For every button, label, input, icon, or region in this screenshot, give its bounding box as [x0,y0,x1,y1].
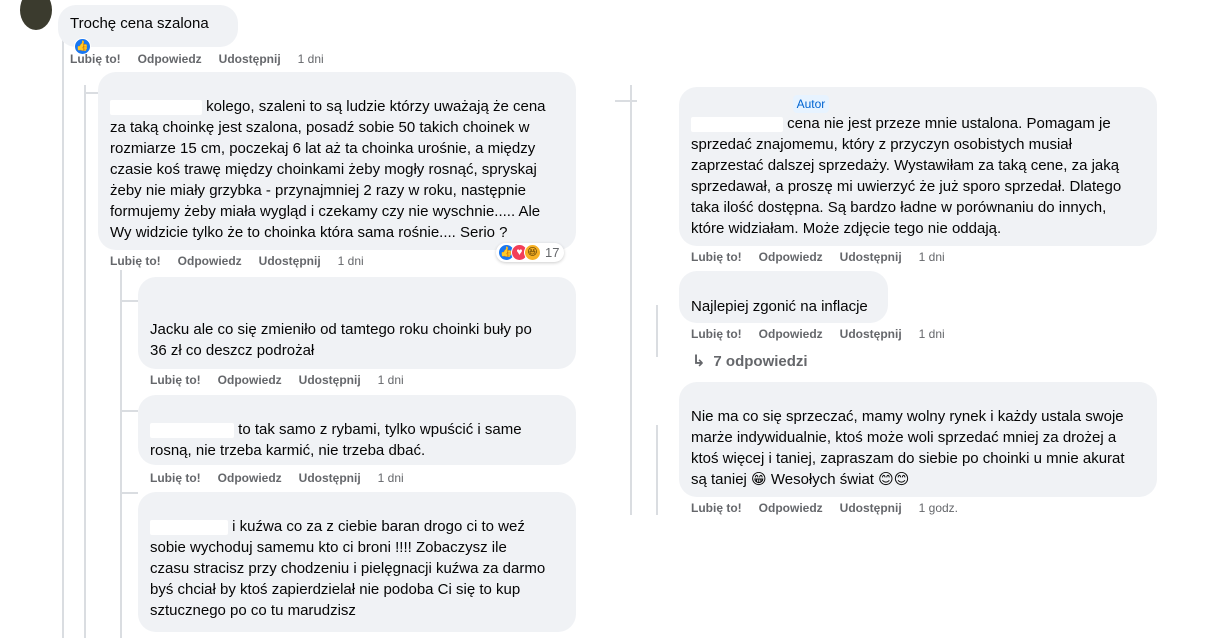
author-badge: Autor [792,95,830,113]
comment-text: Trochę cena szalona [70,15,209,32]
grinning-face-icon: 😁 [751,471,767,488]
thread-line [62,40,64,638]
timestamp[interactable]: 1 dni [919,250,945,264]
comment-line: sobie wychoduj samemu kto ci broni !!!! … [150,539,507,556]
thread-line [656,305,658,357]
timestamp[interactable]: 1 dni [338,254,364,268]
comment-line: rosną, nie trzeba karmić, nie trzeba dba… [150,442,426,459]
comment-bubble: Nie ma co się sprzeczać, mamy wolny ryne… [679,382,1157,497]
timestamp[interactable]: 1 dni [298,52,324,66]
comment-bubble: to tak samo z rybami, tylko wpuścić i sa… [138,395,576,465]
comment-actions: Lubię to! Odpowiedz Udostępnij 1 dni [70,52,324,66]
thread-line [84,85,86,638]
comment-line: żeby nie miały grzybka - przynajmniej 2 … [110,182,527,199]
reply-arrow-icon: ↳ [692,353,706,370]
comment-line: Jacku ale co się zmieniło od tamtego rok… [150,321,532,338]
like-button[interactable]: Lubię to! [691,501,742,515]
share-button[interactable]: Udostępnij [259,254,321,268]
avatar[interactable] [20,0,52,30]
comment-actions: Lubię to! Odpowiedz Udostępnij 1 dni [691,250,945,264]
comment-line: sprzedać znajomemu, który z przyczyn oso… [691,136,1072,153]
comment-line: 36 zł co deszcz podrożał [150,342,315,359]
thread-line [120,300,138,302]
thread-line [630,85,632,515]
like-button[interactable]: Lubię to! [150,373,201,387]
comment-actions: Lubię to! Odpowiedz Udostępnij 1 dni [150,471,404,485]
comment-line: formujemy żeby miała wygląd i czekamy cz… [110,203,541,220]
comment-line: ktoś więcej i taniej, zapraszam do siebi… [691,450,1125,467]
comment-line: marże indywidualnie, ktoś może woli sprz… [691,429,1117,446]
replies-count: 7 odpowiedzi [713,352,808,370]
comment-line: sztucznego po co tu marudzisz [150,602,356,619]
comment-line: czasu stracisz przy chodzeniu i pielęgna… [150,560,546,577]
like-button[interactable]: Lubię to! [691,327,742,341]
comment-line: Wy widzicie tylko że to choinka która sa… [110,224,508,241]
reply-button[interactable]: Odpowiedz [218,471,282,485]
reply-button[interactable]: Odpowiedz [759,327,823,341]
timestamp[interactable]: 1 godz. [919,501,958,515]
reply-button[interactable]: Odpowiedz [178,254,242,268]
comment-line: są taniej [691,471,747,488]
comment-line: cena nie jest przeze mnie ustalona. Poma… [787,115,1111,132]
comment-bubble: Jacku ale co się zmieniło od tamtego rok… [138,277,576,369]
redacted-name [150,519,228,535]
like-button[interactable]: Lubię to! [70,52,121,66]
reactions-summary[interactable]: 👍 ♥ 😆 17 [496,243,565,262]
comment-actions: Lubię to! Odpowiedz Udostępnij 1 godz. [691,501,958,515]
redacted-name [110,99,202,115]
comment-bubble: kolego, szaleni to są ludzie którzy uważ… [98,72,576,250]
like-button[interactable]: Lubię to! [691,250,742,264]
comment-bubble: Trochę cena szalona 👍 [58,5,238,55]
comment-line: za taką choinkę jest szalona, posadź sob… [110,119,530,136]
comment-line: Nie ma co się sprzeczać, mamy wolny ryne… [691,408,1124,425]
share-button[interactable]: Udostępnij [299,373,361,387]
comment-line: rozmiarze 15 cm, poczekaj 6 lat aż ta ch… [110,140,536,157]
comment-line: kolego, szaleni to są ludzie którzy uważ… [206,98,546,115]
thread-line [656,425,658,515]
timestamp[interactable]: 1 dni [378,471,404,485]
comment-bubble: i kuźwa co za z ciebie baran drogo ci to… [138,492,576,632]
comment-line: to tak samo z rybami, tylko wpuścić i sa… [238,421,522,438]
redacted-name [691,97,783,112]
share-button[interactable]: Udostępnij [840,327,902,341]
comment-line: i kuźwa co za z ciebie baran drogo ci to… [232,518,525,535]
reply-button[interactable]: Odpowiedz [138,52,202,66]
like-button[interactable]: Lubię to! [110,254,161,268]
reply-button[interactable]: Odpowiedz [759,250,823,264]
share-button[interactable]: Udostępnij [840,501,902,515]
reply-button[interactable]: Odpowiedz [218,373,282,387]
comment-actions: Lubię to! Odpowiedz Udostępnij 1 dni [691,327,945,341]
comment-bubble: Autor cena nie jest przeze mnie ustalona… [679,87,1157,246]
timestamp[interactable]: 1 dni [378,373,404,387]
thread-line [84,92,98,94]
share-button[interactable]: Udostępnij [299,471,361,485]
comment-line: byś chciał by ktoś zapierdzielał nie pod… [150,581,521,598]
comment-line: taka ilość dostępna. Są bardzo ładne w p… [691,199,1107,216]
timestamp[interactable]: 1 dni [919,327,945,341]
reactions-count: 17 [545,245,560,260]
comment-line: zaprzestać dalszej sprzedaży. Wystawiłam… [691,157,1120,174]
comment-line: które widziałam. Może zdjęcie tego nie o… [691,220,1002,237]
thread-line [615,100,637,102]
like-button[interactable]: Lubię to! [150,471,201,485]
comment-author[interactable]: Autor [691,95,1145,113]
thread-line [120,410,138,412]
redacted-name [150,422,234,438]
reply-button[interactable]: Odpowiedz [759,501,823,515]
share-button[interactable]: Udostępnij [840,250,902,264]
comment-line: sprzedawał, a proszę mi uwierzyć że już … [691,178,1122,195]
thread-line [120,492,138,494]
haha-reaction-icon: 😆 [524,244,541,261]
redacted-name [691,116,783,132]
comment-actions: Lubię to! Odpowiedz Udostępnij 1 dni [110,254,364,268]
thread-line [120,270,122,638]
comment-bubble: Najlepiej zgonić na inflacje [679,271,888,323]
comment-actions: Lubię to! Odpowiedz Udostępnij 1 dni [150,373,404,387]
view-replies-link[interactable]: ↳ 7 odpowiedzi [692,351,808,371]
comment-text: Najlepiej zgonić na inflacje [691,298,868,315]
comment-line: czasie koś trawę między choinkami żeby m… [110,161,537,178]
share-button[interactable]: Udostępnij [219,52,281,66]
comment-tail: Wesołych świat [770,471,874,488]
smiling-face-icon: 😊😊 [878,471,910,488]
